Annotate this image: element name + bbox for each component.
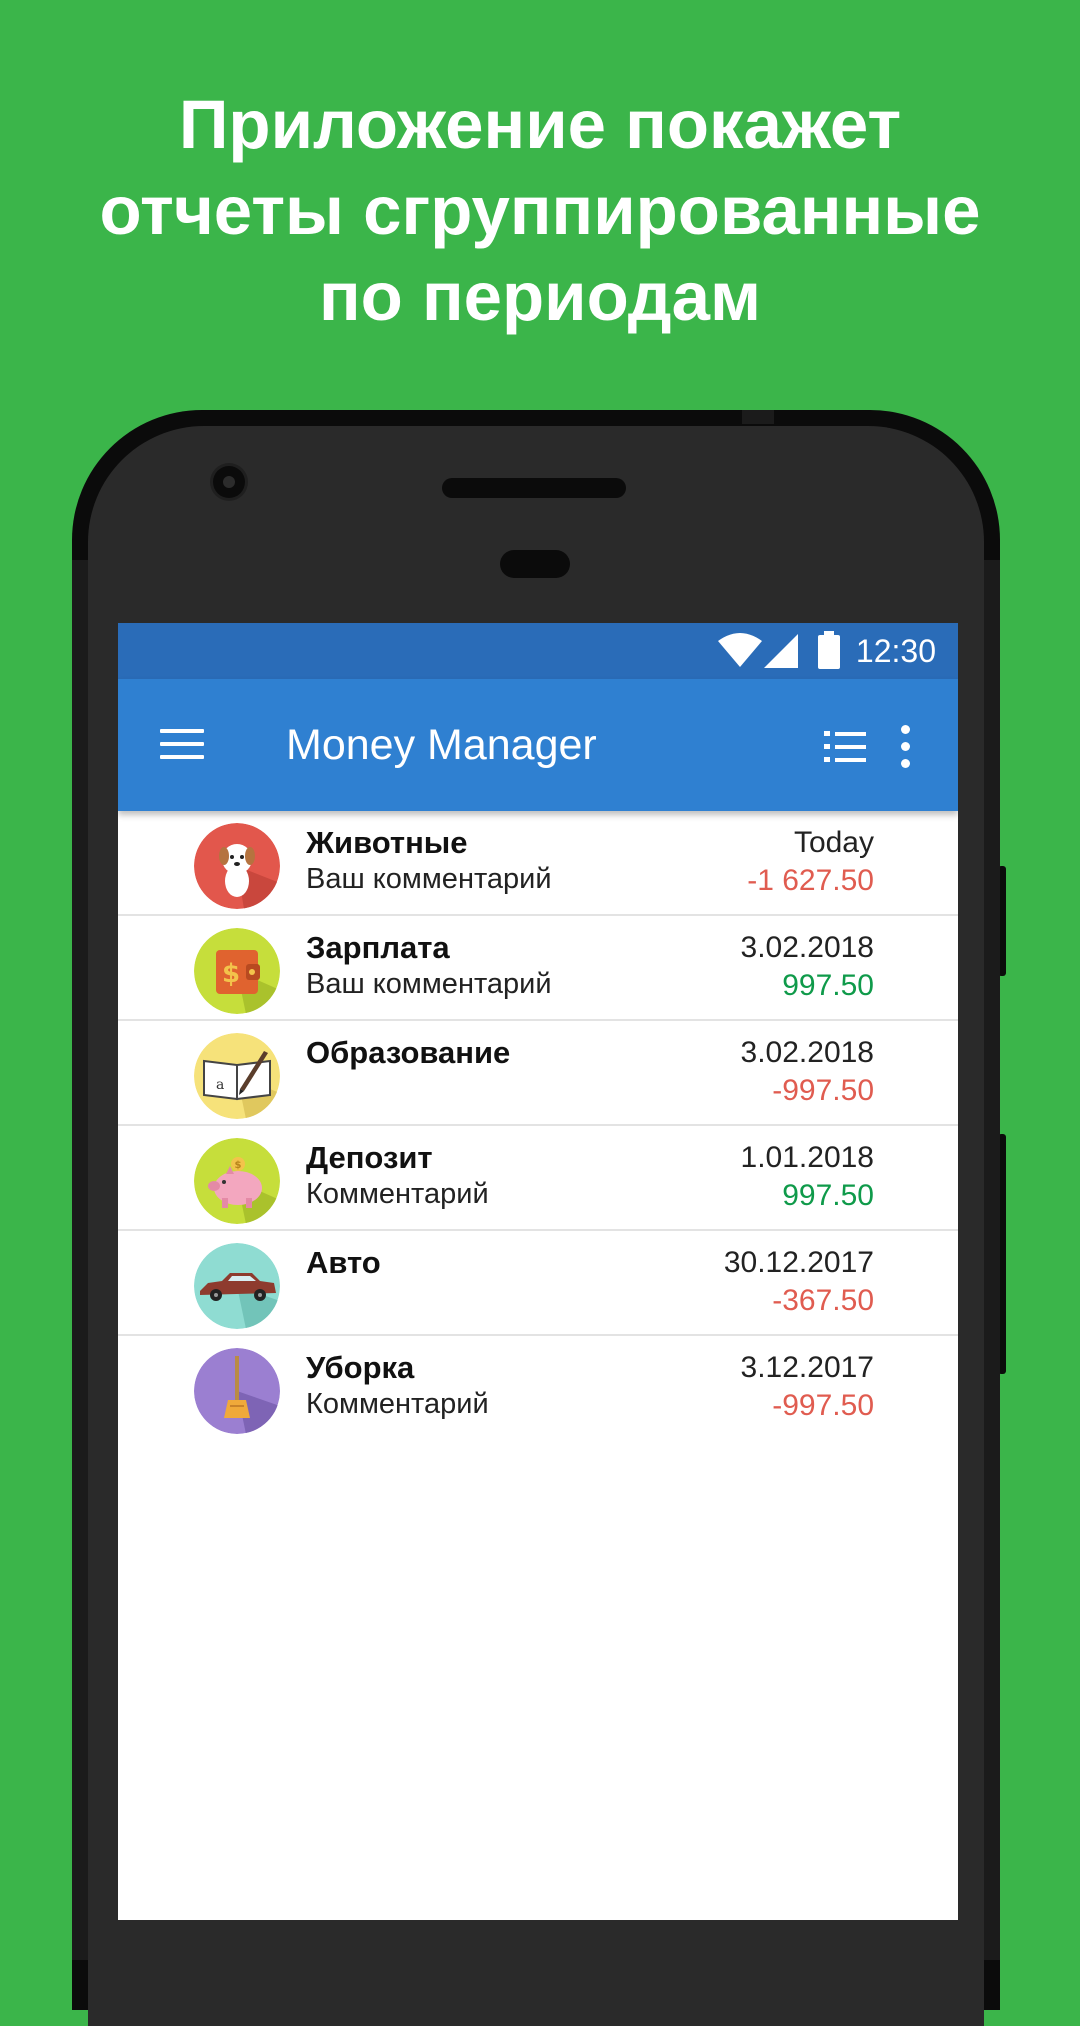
list-view-icon[interactable] <box>824 729 866 763</box>
category-name: Уборка <box>306 1350 415 1385</box>
transaction-amount: 997.50 <box>782 969 874 1002</box>
transaction-comment: Ваш комментарий <box>306 968 552 1000</box>
phone-top-button <box>742 410 774 424</box>
wifi-icon <box>718 633 762 667</box>
category-name: Животные <box>306 825 468 860</box>
transaction-row[interactable]: $ Депозит Комментарий 1.01.2018 997.50 <box>118 1126 958 1231</box>
transaction-amount: -997.50 <box>772 1074 874 1107</box>
headline-line-2: отчеты сгруппированные <box>99 172 981 249</box>
piggy-bank-icon: $ <box>194 1138 280 1224</box>
transaction-amount: 997.50 <box>782 1179 874 1212</box>
transaction-amount: -997.50 <box>772 1389 874 1422</box>
car-icon <box>194 1243 280 1329</box>
transaction-comment: Комментарий <box>306 1388 489 1420</box>
book-pen-icon: a <box>194 1033 280 1119</box>
transaction-row[interactable]: a Образование 3.02.2018 -997.50 <box>118 1021 958 1126</box>
transaction-amount: -367.50 <box>772 1284 874 1317</box>
promo-headline: Приложение покажет отчеты сгруппированны… <box>0 82 1080 340</box>
transaction-row[interactable]: Авто 30.12.2017 -367.50 <box>118 1231 958 1336</box>
svg-text:$: $ <box>235 1160 242 1171</box>
hamburger-menu-icon[interactable] <box>160 727 204 763</box>
phone-screen: 12:30 Money Manager Животные Ваш коммент… <box>118 623 958 1920</box>
earpiece-speaker <box>442 478 626 498</box>
transaction-date: Today <box>793 826 874 859</box>
headline-line-1: Приложение покажет <box>178 86 902 163</box>
app-bar: Money Manager <box>118 679 958 811</box>
transaction-comment: Комментарий <box>306 1178 489 1210</box>
status-time: 12:30 <box>855 633 936 669</box>
broom-icon <box>194 1348 280 1434</box>
transaction-list: Животные Ваш комментарий Today -1 627.50… <box>118 811 958 1439</box>
svg-text:a: a <box>216 1077 224 1093</box>
category-name: Авто <box>306 1245 381 1280</box>
svg-text:$: $ <box>222 959 240 989</box>
proximity-sensor <box>500 550 570 578</box>
transaction-comment: Ваш комментарий <box>306 863 552 895</box>
front-camera <box>213 466 245 498</box>
category-name: Зарплата <box>306 930 450 965</box>
battery-icon <box>818 631 840 669</box>
transaction-date: 3.02.2018 <box>740 931 874 964</box>
transaction-amount: -1 627.50 <box>747 864 874 897</box>
dog-icon <box>194 823 280 909</box>
category-name: Депозит <box>306 1140 433 1175</box>
transaction-date: 3.02.2018 <box>740 1036 874 1069</box>
status-bar: 12:30 <box>118 623 958 679</box>
phone-edge-right <box>984 560 1000 1960</box>
transaction-date: 1.01.2018 <box>740 1141 874 1174</box>
phone-edge-left <box>72 560 88 1960</box>
transaction-row[interactable]: Животные Ваш комментарий Today -1 627.50 <box>118 811 958 916</box>
app-title: Money Manager <box>286 721 597 769</box>
signal-icon <box>764 634 798 668</box>
transaction-row[interactable]: Уборка Комментарий 3.12.2017 -997.50 <box>118 1336 958 1439</box>
more-options-icon[interactable] <box>898 725 912 769</box>
transaction-date: 3.12.2017 <box>740 1351 874 1384</box>
transaction-date: 30.12.2017 <box>723 1246 874 1279</box>
wallet-icon: $ <box>194 928 280 1014</box>
headline-line-3: по периодам <box>318 258 762 335</box>
category-name: Образование <box>306 1035 511 1070</box>
transaction-row[interactable]: $ Зарплата Ваш комментарий 3.02.2018 997… <box>118 916 958 1021</box>
